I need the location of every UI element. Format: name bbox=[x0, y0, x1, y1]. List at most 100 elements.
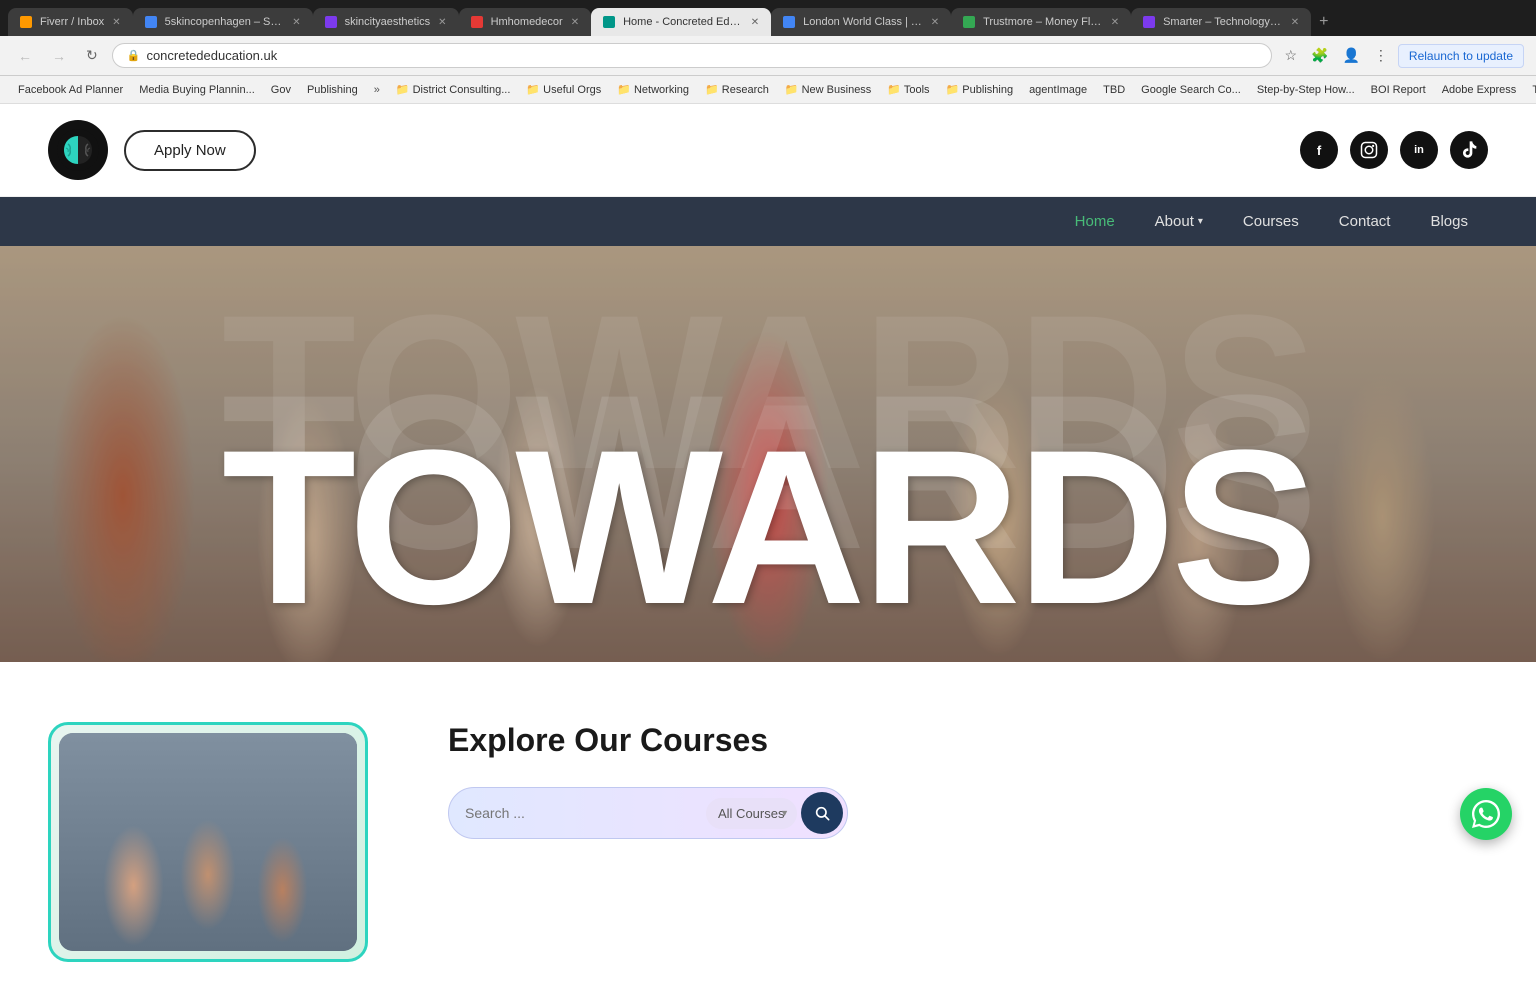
courses-search-button[interactable] bbox=[801, 792, 843, 834]
bookmark-gov[interactable]: Gov bbox=[265, 82, 297, 98]
nav-courses[interactable]: Courses bbox=[1223, 197, 1319, 246]
tab-title-skincity: skincityaesthetics bbox=[345, 16, 431, 28]
linkedin-icon[interactable]: in bbox=[1400, 131, 1438, 169]
tab-title-5skin: 5skincopenhagen – Same fa... bbox=[165, 16, 285, 28]
bookmark-adobe[interactable]: Adobe Express bbox=[1436, 82, 1523, 98]
bookmark-button[interactable]: ☆ bbox=[1280, 43, 1301, 68]
bookmark-publishing[interactable]: Publishing bbox=[301, 82, 364, 98]
tab-fiverr[interactable]: Fiverr / Inbox ✕ bbox=[8, 8, 133, 36]
tab-title-fiverr: Fiverr / Inbox bbox=[40, 16, 104, 28]
bookmark-boi[interactable]: BOI Report bbox=[1365, 82, 1432, 98]
tab-title-trustmore: Trustmore – Money Flow Si... bbox=[983, 16, 1103, 28]
hero-section: TOWARDS TOWARDS TOWARDS bbox=[0, 246, 1536, 662]
bookmark-research[interactable]: 📁 Research bbox=[699, 81, 775, 98]
nav-home[interactable]: Home bbox=[1055, 197, 1135, 246]
tab-hmhome[interactable]: Hmhomedecor ✕ bbox=[459, 8, 592, 36]
tab-title-smarter: Smarter – Technology Supp... bbox=[1163, 16, 1283, 28]
tab-close-skincity[interactable]: ✕ bbox=[438, 17, 446, 28]
tab-favicon-5skin bbox=[145, 16, 157, 28]
tab-title-hmhome: Hmhomedecor bbox=[491, 16, 563, 28]
bookmark-stepbystep[interactable]: Step-by-Step How... bbox=[1251, 82, 1361, 98]
tiktok-icon[interactable] bbox=[1450, 131, 1488, 169]
reload-button[interactable]: ↻ bbox=[80, 43, 104, 68]
tab-close-trustmore[interactable]: ✕ bbox=[1111, 17, 1119, 28]
hero-text-main: TOWARDS bbox=[222, 401, 1314, 654]
search-icon bbox=[814, 805, 830, 821]
nav-blogs[interactable]: Blogs bbox=[1410, 197, 1488, 246]
bookmark-district[interactable]: 📁 District Consulting... bbox=[390, 81, 517, 98]
extensions-button[interactable]: 🧩 bbox=[1307, 43, 1332, 68]
address-bar[interactable]: 🔒 concretededucation.uk bbox=[112, 43, 1273, 68]
bookmark-newbusiness[interactable]: 📁 New Business bbox=[779, 81, 877, 98]
hero-text-container: TOWARDS TOWARDS TOWARDS bbox=[0, 246, 1536, 662]
bookmark-agentimage[interactable]: agentImage bbox=[1023, 82, 1093, 98]
courses-image-area bbox=[48, 722, 388, 962]
tab-title-concreted: Home - Concreted Education bbox=[623, 16, 743, 28]
courses-image-frame bbox=[48, 722, 368, 962]
courses-content: Explore Our Courses All Courses Business… bbox=[448, 722, 1488, 839]
url-text: concretededucation.uk bbox=[146, 48, 277, 63]
tab-favicon-trustmore bbox=[963, 16, 975, 28]
tab-favicon-concreted bbox=[603, 16, 615, 28]
forward-button[interactable]: → bbox=[46, 44, 72, 68]
bookmark-media-buying[interactable]: Media Buying Plannin... bbox=[133, 82, 261, 98]
tab-close-london[interactable]: ✕ bbox=[931, 17, 939, 28]
new-tab-button[interactable]: + bbox=[1311, 8, 1336, 36]
menu-button[interactable]: ⋮ bbox=[1370, 43, 1392, 68]
courses-filter-wrap: All Courses Business Technology Design M… bbox=[706, 798, 797, 829]
whatsapp-button[interactable] bbox=[1460, 788, 1512, 840]
bookmark-useful[interactable]: 📁 Useful Orgs bbox=[520, 81, 607, 98]
bookmark-more-1[interactable]: » bbox=[368, 82, 386, 98]
nav-actions: ☆ 🧩 👤 ⋮ Relaunch to update bbox=[1280, 43, 1524, 68]
tab-favicon-fiverr bbox=[20, 16, 32, 28]
about-dropdown-chevron: ▾ bbox=[1198, 216, 1203, 227]
whatsapp-icon bbox=[1472, 800, 1500, 828]
back-button[interactable]: ← bbox=[12, 44, 38, 68]
courses-border-tl bbox=[48, 722, 123, 797]
instagram-icon[interactable] bbox=[1350, 131, 1388, 169]
logo-image bbox=[56, 128, 100, 172]
bookmark-tbd[interactable]: TBD bbox=[1097, 82, 1131, 98]
tab-title-london: London World Class | Your T... bbox=[803, 16, 923, 28]
facebook-icon[interactable]: f bbox=[1300, 131, 1338, 169]
tab-london[interactable]: London World Class | Your T... ✕ bbox=[771, 8, 951, 36]
relaunch-button[interactable]: Relaunch to update bbox=[1398, 44, 1524, 68]
tab-favicon-london bbox=[783, 16, 795, 28]
courses-filter-select[interactable]: All Courses Business Technology Design M… bbox=[706, 798, 797, 829]
profile-button[interactable]: 👤 bbox=[1338, 43, 1363, 68]
tab-concreted[interactable]: Home - Concreted Education ✕ bbox=[591, 8, 771, 36]
bookmark-tutoring[interactable]: Tutoring bbox=[1526, 82, 1536, 98]
social-icons: f in bbox=[1300, 131, 1488, 169]
tab-5skin[interactable]: 5skincopenhagen – Same fa... ✕ bbox=[133, 8, 313, 36]
tab-close-5skin[interactable]: ✕ bbox=[292, 17, 300, 28]
tab-close-concreted[interactable]: ✕ bbox=[751, 17, 759, 28]
lock-icon: 🔒 bbox=[127, 49, 141, 62]
tab-close-hmhome[interactable]: ✕ bbox=[571, 17, 579, 28]
apply-now-button[interactable]: Apply Now bbox=[124, 130, 256, 171]
courses-section: Explore Our Courses All Courses Business… bbox=[0, 662, 1536, 1002]
bookmarks-bar: Facebook Ad Planner Media Buying Plannin… bbox=[0, 76, 1536, 104]
tab-trustmore[interactable]: Trustmore – Money Flow Si... ✕ bbox=[951, 8, 1131, 36]
courses-border-br bbox=[293, 887, 368, 962]
courses-search-input[interactable] bbox=[465, 797, 702, 829]
courses-search-bar: All Courses Business Technology Design M… bbox=[448, 787, 848, 839]
bookmark-google-search[interactable]: Google Search Co... bbox=[1135, 82, 1247, 98]
bookmark-tools[interactable]: 📁 Tools bbox=[881, 81, 935, 98]
tab-close-fiverr[interactable]: ✕ bbox=[112, 17, 120, 28]
logo-circle bbox=[48, 120, 108, 180]
tab-close-smarter[interactable]: ✕ bbox=[1291, 17, 1299, 28]
courses-title: Explore Our Courses bbox=[448, 722, 1488, 759]
tab-smarter[interactable]: Smarter – Technology Supp... ✕ bbox=[1131, 8, 1311, 36]
tab-favicon-hmhome bbox=[471, 16, 483, 28]
nav-about[interactable]: About ▾ bbox=[1135, 197, 1223, 246]
tab-skincity[interactable]: skincityaesthetics ✕ bbox=[313, 8, 459, 36]
tab-bar: Fiverr / Inbox ✕ 5skincopenhagen – Same … bbox=[0, 0, 1536, 36]
site-logo bbox=[48, 120, 108, 180]
bookmark-fb-planner[interactable]: Facebook Ad Planner bbox=[12, 82, 129, 98]
tab-favicon-smarter bbox=[1143, 16, 1155, 28]
bookmark-networking[interactable]: 📁 Networking bbox=[611, 81, 695, 98]
nav-contact[interactable]: Contact bbox=[1319, 197, 1411, 246]
tab-favicon-skincity bbox=[325, 16, 337, 28]
site-nav: Home About ▾ Courses Contact Blogs bbox=[0, 197, 1536, 246]
bookmark-publishing2[interactable]: 📁 Publishing bbox=[940, 81, 1020, 98]
